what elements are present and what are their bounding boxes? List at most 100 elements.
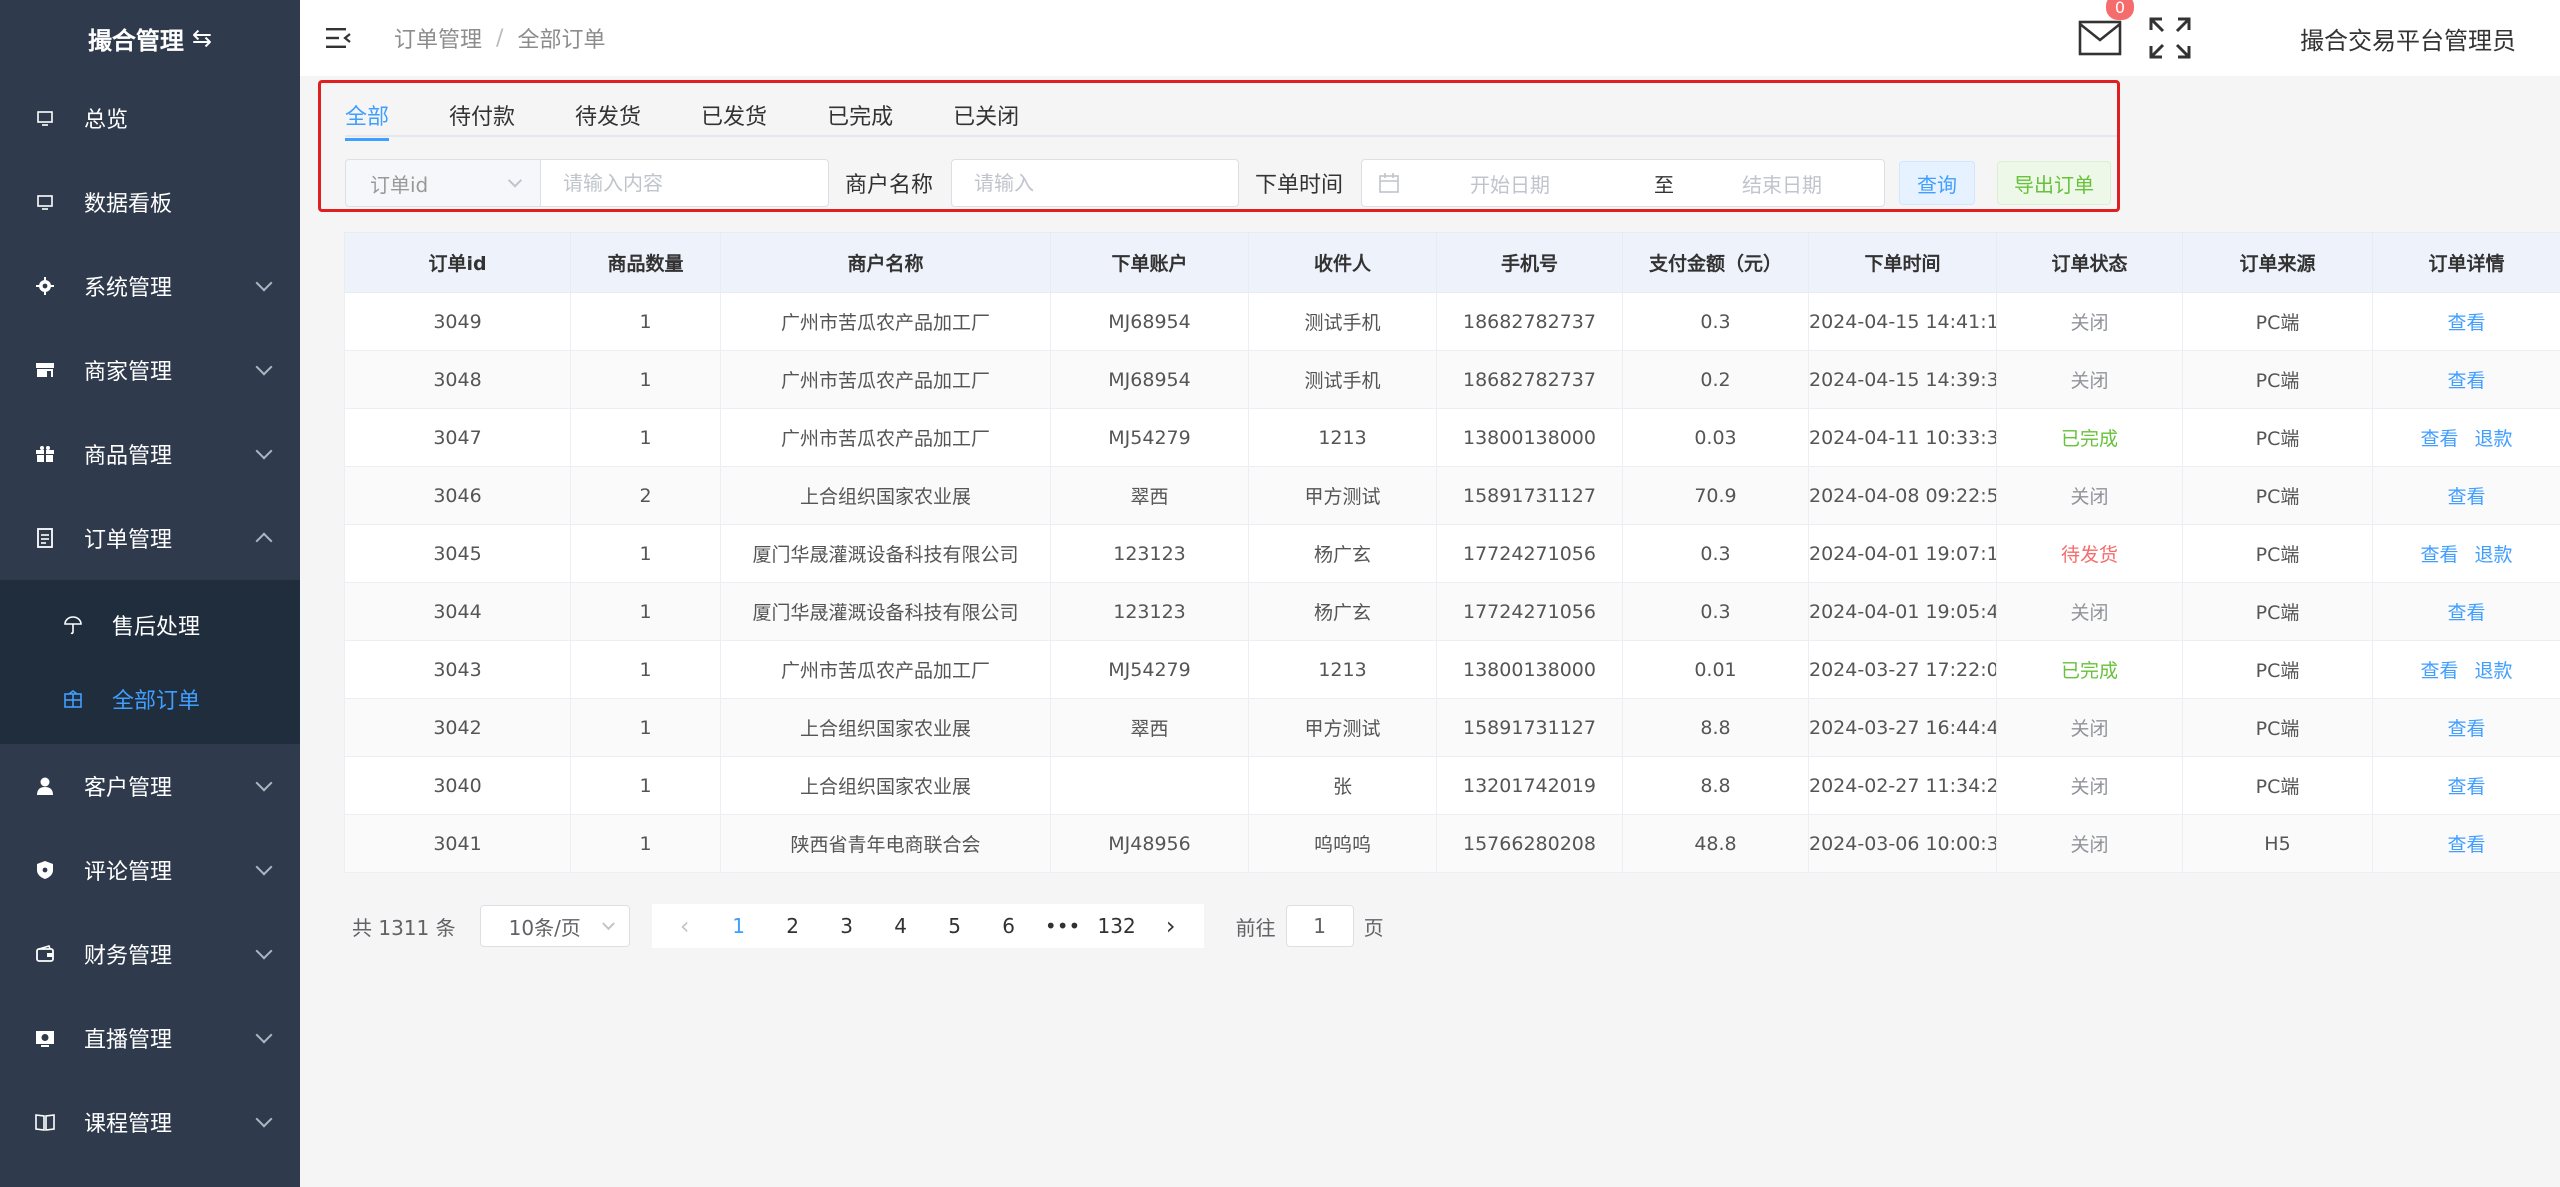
view-link[interactable]: 查看	[2447, 718, 2485, 740]
status-cell: 待发货	[1996, 524, 2183, 583]
column-header: 手机号	[1436, 232, 1623, 293]
tab-all[interactable]: 全部	[345, 93, 390, 141]
view-link[interactable]: 查看	[2447, 776, 2485, 798]
page-number[interactable]: 4	[874, 905, 928, 947]
source-cell: PC端	[2182, 408, 2373, 467]
start-date-input[interactable]: 开始日期	[1470, 169, 1550, 198]
date-range-picker[interactable]: 开始日期 至 结束日期	[1361, 159, 1886, 207]
sidebar-item-customer[interactable]: 客户管理	[0, 744, 300, 828]
mail-icon[interactable]: 0	[2078, 0, 2134, 56]
column-header: 订单详情	[2372, 232, 2560, 293]
sidebar-item-order[interactable]: 订单管理	[0, 496, 300, 580]
export-orders-button[interactable]: 导出订单	[1997, 161, 2112, 205]
query-button[interactable]: 查询	[1899, 161, 1976, 205]
quantity-cell: 1	[570, 698, 721, 757]
column-header: 订单状态	[1996, 232, 2183, 293]
amount-cell: 0.3	[1622, 524, 1809, 583]
order-id-cell: 3043	[344, 640, 571, 699]
detail-actions-cell: 查看	[2372, 466, 2560, 525]
sidebar-item-live[interactable]: 直播管理	[0, 996, 300, 1080]
sidebar-item-label: 订单管理	[84, 528, 173, 553]
sidebar-item-course[interactable]: 课程管理	[0, 1080, 300, 1164]
merchant-cell: 厦门华晟灌溉设备科技有限公司	[720, 582, 1051, 641]
sidebar-item-merchant[interactable]: 商家管理	[0, 328, 300, 412]
account-cell: MJ68954	[1050, 350, 1249, 409]
view-link[interactable]: 查看	[2447, 486, 2485, 508]
range-separator: 至	[1654, 172, 1675, 197]
merchant-cell: 陕西省青年电商联合会	[720, 814, 1051, 873]
refund-link[interactable]: 退款	[2475, 428, 2513, 450]
order-time-cell: 2024-04-01 19:07:18	[1808, 524, 1997, 583]
page-number[interactable]: 2	[766, 905, 820, 947]
view-link[interactable]: 查看	[2447, 370, 2485, 392]
chevron-down-icon	[255, 1110, 273, 1128]
filter-row: 订单id 商户名称 下单时间 开始日期 至 结束日期 查询 导出订单	[345, 159, 2112, 207]
table-row: 3044 1 厦门华晟灌溉设备科技有限公司 123123 杨广玄 17724271056 0…	[344, 582, 2560, 641]
amount-cell: 0.3	[1622, 582, 1809, 641]
search-content-input[interactable]	[541, 159, 829, 207]
sidebar-item-label: 商家管理	[84, 360, 173, 385]
end-date-input[interactable]: 结束日期	[1742, 169, 1822, 198]
view-link[interactable]: 查看	[2420, 428, 2458, 450]
sidebar-item-comment[interactable]: 评论管理	[0, 828, 300, 912]
phone-cell: 18682782737	[1436, 292, 1623, 351]
sidebar-item-product[interactable]: 商品管理	[0, 412, 300, 496]
order-id-cell: 3042	[344, 698, 571, 757]
page-size-select[interactable]: 10条/页	[479, 905, 630, 947]
view-link[interactable]: 查看	[2420, 544, 2458, 566]
page-number[interactable]: 3	[820, 905, 874, 947]
username[interactable]: 撮合交易平台管理员	[2300, 21, 2516, 56]
gift-icon	[34, 443, 56, 465]
tab-shipped[interactable]: 已发货	[701, 93, 767, 137]
refund-link[interactable]: 退款	[2475, 544, 2513, 566]
table-row: 3049 1 广州市苦瓜农产品加工厂 MJ68954 测试手机 18682782737 0.…	[344, 292, 2560, 351]
breadcrumb-item[interactable]: 订单管理	[394, 22, 482, 54]
more-pages-icon[interactable]: •••	[1036, 905, 1090, 947]
source-cell: PC端	[2182, 698, 2373, 757]
receiver-cell: 甲方测试	[1248, 698, 1437, 757]
sidebar: 撮合管理 ⇆ 总览 数据看板 系统管理 商家管理 商品管理 订单管理 售后处理 …	[0, 0, 300, 1187]
refund-link[interactable]: 退款	[2475, 660, 2513, 682]
sidebar-brand[interactable]: 撮合管理 ⇆	[0, 0, 300, 76]
merchant-name-input[interactable]	[951, 159, 1240, 207]
tab-closed[interactable]: 已关闭	[953, 93, 1019, 137]
prev-page-button[interactable]: ‹	[658, 905, 712, 947]
sidebar-item-dashboard[interactable]: 数据看板	[0, 160, 300, 244]
swap-icon[interactable]: ⇆	[192, 24, 212, 52]
column-header: 下单账户	[1050, 232, 1249, 293]
sidebar-item-system[interactable]: 系统管理	[0, 244, 300, 328]
view-link[interactable]: 查看	[2420, 660, 2458, 682]
page-number[interactable]: 6	[982, 905, 1036, 947]
view-link[interactable]: 查看	[2447, 834, 2485, 856]
detail-actions-cell: 查看	[2372, 814, 2560, 873]
receiver-cell: 测试手机	[1248, 292, 1437, 351]
sidebar-item-overview[interactable]: 总览	[0, 76, 300, 160]
sidebar-item-label: 商品管理	[84, 444, 173, 469]
amount-cell: 8.8	[1622, 756, 1809, 815]
select-value: 订单id	[370, 172, 429, 197]
avatar[interactable]	[2246, 8, 2290, 68]
column-header: 支付金额（元）	[1622, 232, 1809, 293]
page-number[interactable]: 1	[712, 905, 766, 947]
merchant-cell: 上合组织国家农业展	[720, 756, 1051, 815]
page-number[interactable]: 5	[928, 905, 982, 947]
receiver-cell: 1213	[1248, 408, 1437, 467]
page-number[interactable]: 132	[1090, 905, 1144, 947]
sidebar-item-all-orders[interactable]: 全部订单	[0, 662, 300, 736]
sidebar-item-finance[interactable]: 财务管理	[0, 912, 300, 996]
monitor-icon	[34, 107, 56, 129]
search-field-select[interactable]: 订单id	[345, 159, 541, 207]
column-header: 商户名称	[720, 232, 1051, 293]
tab-pending-payment[interactable]: 待付款	[449, 93, 515, 137]
goto-page-input[interactable]: 1	[1285, 905, 1354, 947]
tab-pending-shipment[interactable]: 待发货	[575, 93, 641, 137]
next-page-button[interactable]: ›	[1144, 905, 1198, 947]
view-link[interactable]: 查看	[2447, 602, 2485, 624]
sidebar-item-label: 数据看板	[84, 192, 173, 217]
fullscreen-icon[interactable]	[2148, 16, 2192, 60]
merchant-cell: 广州市苦瓜农产品加工厂	[720, 292, 1051, 351]
view-link[interactable]: 查看	[2447, 312, 2485, 334]
sidebar-item-after-sale[interactable]: 售后处理	[0, 588, 300, 662]
menu-fold-icon[interactable]	[326, 27, 352, 49]
tab-completed[interactable]: 已完成	[827, 93, 893, 137]
